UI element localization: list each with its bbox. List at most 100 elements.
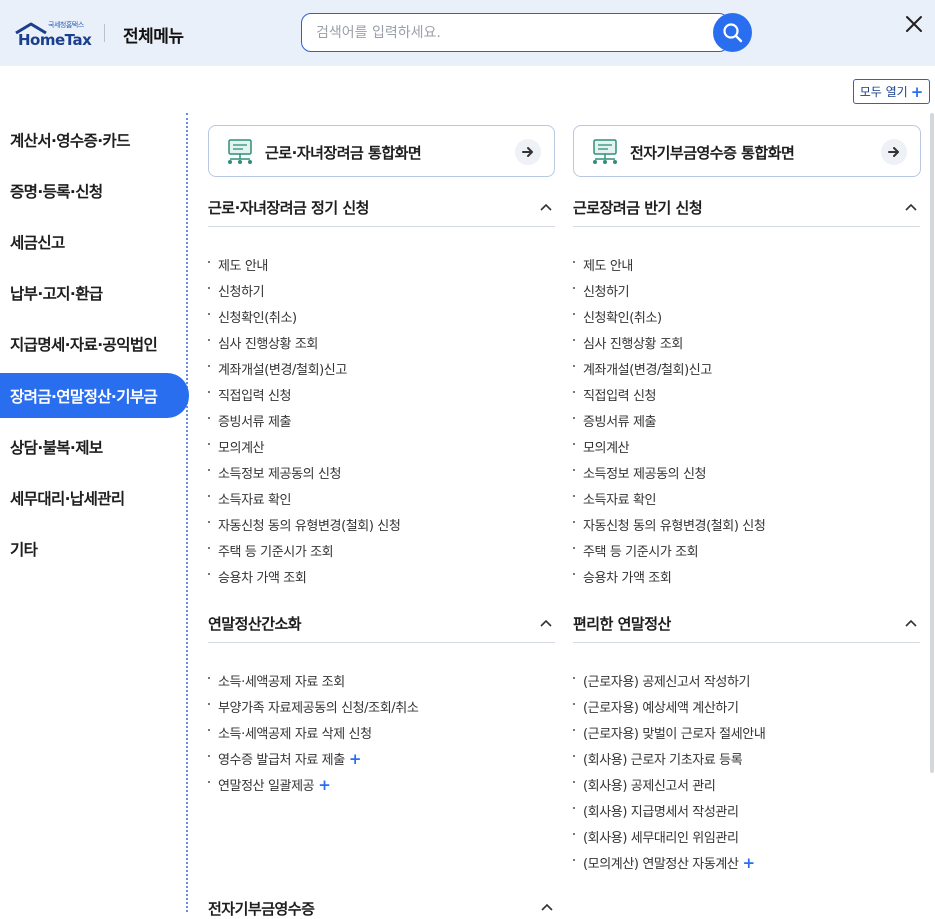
list-item-label: 신청하기 (583, 285, 630, 300)
close-button[interactable] (902, 12, 926, 36)
sidebar-item-invoice[interactable]: 계산서·영수증·카드 (0, 117, 189, 162)
sidebar-item-tax-report[interactable]: 세금신고 (0, 219, 189, 264)
quick-link-label: 전자기부금영수증 통합화면 (630, 144, 795, 162)
sidebar-item-payment[interactable]: 납부·고지·환급 (0, 270, 189, 315)
list-item-label: (회사용) 지급명세서 작성관리 (583, 805, 739, 820)
scrollbar[interactable] (930, 113, 934, 773)
list-item[interactable]: 모의계산 (573, 437, 920, 463)
list-item[interactable]: 계좌개설(변경/철회)신고 (208, 359, 555, 385)
expand-plus-icon[interactable]: + (318, 776, 331, 794)
header-divider (104, 24, 105, 42)
open-all-label: 모두 열기 (859, 85, 908, 99)
list-item[interactable]: 자동신청 동의 유형변경(철회) 신청 (208, 515, 555, 541)
sidebar: 계산서·영수증·카드 증명·등록·신청 세금신고 납부·고지·환급 지급명세·자… (0, 113, 190, 912)
section-list-incentive-regular: 제도 안내신청하기신청확인(취소) 심사 진행상황 조회계좌개설(변경/철회)신고… (208, 255, 555, 593)
sidebar-item-label: 계산서·영수증·카드 (10, 131, 130, 150)
list-item[interactable]: 증빙서류 제출 (573, 411, 920, 437)
list-item[interactable]: (모의계산) 연말정산 자동계산 + (573, 853, 920, 879)
list-item-label: 승용차 가액 조회 (583, 571, 672, 586)
list-item-label: 증빙서류 제출 (583, 415, 657, 430)
logo-subtitle: 국세청홈택스 (48, 21, 84, 29)
list-item-label: 소득·세액공제 자료 조회 (218, 675, 345, 690)
list-item[interactable]: 소득정보 제공동의 신청 (573, 463, 920, 489)
sidebar-item-label: 납부·고지·환급 (10, 284, 103, 303)
list-item[interactable]: 소득·세액공제 자료 삭제 신청 (208, 723, 555, 749)
list-item[interactable]: 증빙서류 제출 (208, 411, 555, 437)
list-item[interactable]: (근로자용) 공제신고서 작성하기 (573, 671, 920, 697)
section-title: 근로·자녀장려금 정기 신청 (208, 199, 369, 217)
sidebar-item-certificate[interactable]: 증명·등록·신청 (0, 168, 189, 213)
list-item-label: 신청하기 (218, 285, 265, 300)
sidebar-item-consult[interactable]: 상담·불복·제보 (0, 424, 189, 469)
search-button[interactable] (713, 13, 752, 52)
expand-plus-icon[interactable]: + (743, 854, 756, 872)
list-item[interactable]: 신청하기 (208, 281, 555, 307)
chevron-up-icon (540, 203, 552, 211)
list-item[interactable]: 소득·세액공제 자료 조회 (208, 671, 555, 697)
list-item[interactable]: 신청확인(취소) (573, 307, 920, 333)
section-header-incentive-regular[interactable]: 근로·자녀장려금 정기 신청 (208, 197, 555, 227)
section-title-donation[interactable]: 전자기부금영수증 (208, 898, 315, 919)
list-item-label: (근로자용) 예상세액 계산하기 (583, 701, 739, 716)
list-item[interactable]: 소득자료 확인 (208, 489, 555, 515)
list-item-label: 신청확인(취소) (218, 311, 297, 326)
sidebar-item-label: 기타 (10, 540, 38, 559)
quick-link-donation[interactable]: 전자기부금영수증 통합화면 (573, 125, 921, 177)
list-item[interactable]: (회사용) 근로자 기초자료 등록 (573, 749, 920, 775)
chevron-up-icon (905, 619, 917, 627)
list-item[interactable]: (회사용) 공제신고서 관리 (573, 775, 920, 801)
hometax-logo[interactable]: 국세청홈택스 HomeTax (14, 20, 94, 49)
section-list-convenient: (근로자용) 공제신고서 작성하기 (근로자용) 예상세액 계산하기 (근로자용) … (573, 671, 920, 879)
list-item[interactable]: 제도 안내 (573, 255, 920, 281)
list-item[interactable]: 신청하기 (573, 281, 920, 307)
list-item[interactable]: 심사 진행상황 조회 (573, 333, 920, 359)
list-item[interactable]: 자동신청 동의 유형변경(철회) 신청 (573, 515, 920, 541)
list-item[interactable]: 연말정산 일괄제공 + (208, 775, 555, 801)
list-item[interactable]: 신청확인(취소) (208, 307, 555, 333)
list-item[interactable]: (회사용) 세무대리인 위임관리 (573, 827, 920, 853)
sidebar-item-label: 상담·불복·제보 (10, 438, 103, 457)
section-header-simplified[interactable]: 연말정산간소화 (208, 613, 555, 643)
sidebar-item-statement[interactable]: 지급명세·자료·공익법인 (0, 321, 189, 366)
expand-plus-icon[interactable]: + (349, 750, 362, 768)
list-item[interactable]: (근로자용) 맞벌이 근로자 절세안내 (573, 723, 920, 749)
section-header-incentive-half[interactable]: 근로장려금 반기 신청 (573, 197, 920, 227)
list-item[interactable]: 소득자료 확인 (573, 489, 920, 515)
list-item-label: 소득자료 확인 (218, 493, 292, 508)
open-all-button[interactable]: 모두 열기 + (853, 79, 930, 104)
list-item-label: 소득자료 확인 (583, 493, 657, 508)
list-item[interactable]: 주택 등 기준시가 조회 (573, 541, 920, 567)
chevron-up-icon (905, 203, 917, 211)
list-item-label: 신청확인(취소) (583, 311, 662, 326)
list-item-label: 계좌개설(변경/철회)신고 (218, 363, 347, 378)
list-item[interactable]: 직접입력 신청 (573, 385, 920, 411)
list-item[interactable]: 제도 안내 (208, 255, 555, 281)
plus-icon: + (910, 82, 924, 101)
list-item-label: (근로자용) 공제신고서 작성하기 (583, 675, 751, 690)
section-header-convenient[interactable]: 편리한 연말정산 (573, 613, 920, 643)
page-title: 전체메뉴 (123, 27, 184, 47)
list-item[interactable]: 직접입력 신청 (208, 385, 555, 411)
list-item-label: 소득정보 제공동의 신청 (583, 467, 707, 482)
list-item[interactable]: (근로자용) 예상세액 계산하기 (573, 697, 920, 723)
sidebar-item-label: 지급명세·자료·공익법인 (10, 335, 158, 354)
list-item[interactable]: 영수증 발급처 자료 제출 + (208, 749, 555, 775)
list-item[interactable]: 주택 등 기준시가 조회 (208, 541, 555, 567)
list-item[interactable]: 소득정보 제공동의 신청 (208, 463, 555, 489)
list-item[interactable]: 계좌개설(변경/철회)신고 (573, 359, 920, 385)
sidebar-item-label: 세무대리·납세관리 (10, 489, 125, 508)
list-item[interactable]: 승용차 가액 조회 (573, 567, 920, 593)
list-item[interactable]: (회사용) 지급명세서 작성관리 (573, 801, 920, 827)
close-icon (906, 16, 922, 32)
sidebar-item-agent[interactable]: 세무대리·납세관리 (0, 475, 189, 520)
sidebar-item-incentive[interactable]: 장려금·연말정산·기부금 (0, 373, 189, 418)
list-item-label: 자동신청 동의 유형변경(철회) 신청 (218, 519, 401, 534)
list-item[interactable]: 부양가족 자료제공동의 신청/조회/취소 (208, 697, 555, 723)
quick-link-incentive[interactable]: 근로·자녀장려금 통합화면 (208, 125, 555, 177)
sidebar-item-etc[interactable]: 기타 (0, 526, 189, 571)
search-input[interactable] (316, 23, 696, 43)
list-item[interactable]: 심사 진행상황 조회 (208, 333, 555, 359)
list-item[interactable]: 모의계산 (208, 437, 555, 463)
chevron-up-icon (541, 903, 553, 911)
list-item[interactable]: 승용차 가액 조회 (208, 567, 555, 593)
